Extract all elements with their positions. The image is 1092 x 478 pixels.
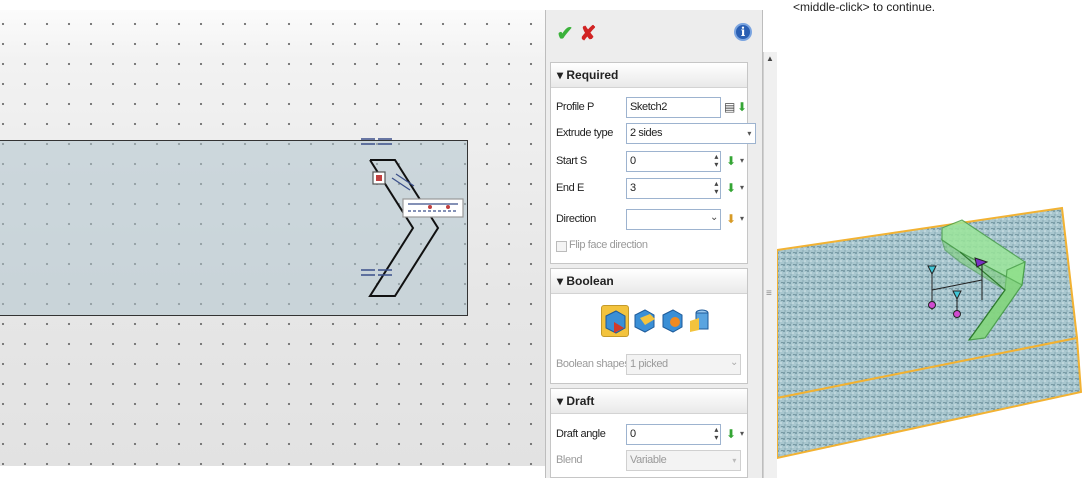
draft-section: ▾ Draft Draft angle 0 ▴ ▾ ⬇ ▾ Blend Varia… bbox=[550, 388, 748, 478]
caret-down-icon[interactable]: ▾ bbox=[740, 429, 744, 438]
constraint-icon-bottom-left bbox=[361, 269, 392, 276]
boolean-shapes-value: 1 picked bbox=[630, 358, 668, 370]
extrude-type-select[interactable]: 2 sides ▾ bbox=[626, 123, 756, 144]
start-pick-icon[interactable]: ⬇ bbox=[726, 153, 736, 169]
spinner-icon[interactable]: ▴ ▾ bbox=[714, 180, 718, 196]
caret-down-icon[interactable]: ▾ bbox=[740, 156, 744, 165]
end-label: End E bbox=[556, 182, 584, 194]
extrude-type-row: Extrude type 2 sides ▾ bbox=[551, 122, 756, 146]
caret-down-icon[interactable]: ▾ bbox=[740, 183, 744, 192]
boolean-shapes-field[interactable]: 1 picked ⌄ bbox=[626, 354, 741, 375]
constraint-icon-cluster bbox=[372, 171, 464, 218]
spinner-icon[interactable]: ▴ ▾ bbox=[714, 426, 718, 442]
sketch-canvas[interactable] bbox=[0, 0, 545, 478]
profile-label: Profile P bbox=[556, 101, 594, 113]
constraint-icon-top-left bbox=[361, 138, 392, 145]
boolean-toolbar bbox=[601, 305, 713, 337]
required-header[interactable]: ▾ Required bbox=[551, 63, 747, 88]
scroll-up-icon[interactable]: ▲ bbox=[766, 54, 774, 63]
caret-down-icon[interactable]: ▾ bbox=[740, 214, 744, 223]
panel-scrollbar[interactable]: ▲ ≡ bbox=[763, 52, 777, 478]
blend-row: Blend Variable ▾ bbox=[551, 449, 747, 473]
scroll-grip-icon[interactable]: ≡ bbox=[766, 289, 772, 299]
draft-angle-label: Draft angle bbox=[556, 428, 606, 440]
draft-angle-input[interactable]: 0 ▴ ▾ bbox=[626, 424, 721, 445]
direction-row: Direction ⌄ ⬇ ▾ bbox=[551, 208, 747, 232]
draft-angle-row: Draft angle 0 ▴ ▾ ⬇ ▾ bbox=[551, 423, 747, 447]
start-row: Start S 0 ▴ ▾ ⬇ ▾ bbox=[551, 150, 747, 174]
flip-label: Flip face direction bbox=[569, 239, 648, 251]
direction-pick-icon[interactable]: ⬇ bbox=[726, 211, 736, 227]
required-section: ▾ Required Profile P Sketch2 ▤ ⬇ Extrude… bbox=[550, 62, 756, 264]
boolean-shapes-row: Boolean shapes 1 picked ⌄ bbox=[551, 353, 747, 377]
end-row: End E 3 ▴ ▾ ⬇ ▾ bbox=[551, 177, 747, 201]
direction-input[interactable]: ⌄ bbox=[626, 209, 721, 230]
profile-field[interactable]: Sketch2 bbox=[626, 97, 721, 118]
cancel-x-icon[interactable]: ✘ bbox=[577, 22, 599, 45]
boolean-section: ▾ Boolean Boolean shapes 1 picked ⌄ bbox=[550, 268, 748, 384]
boolean-add-icon[interactable] bbox=[631, 305, 657, 335]
draft-pick-icon[interactable]: ⬇ bbox=[726, 426, 736, 442]
3d-model bbox=[777, 206, 1083, 460]
profile-list-icon[interactable]: ▤ bbox=[724, 99, 735, 115]
start-input[interactable]: 0 ▴ ▾ bbox=[626, 151, 721, 172]
double-chevron-down-icon[interactable]: ⌄ bbox=[710, 213, 718, 223]
blend-label: Blend bbox=[556, 454, 583, 466]
profile-row: Profile P Sketch2 ▤ ⬇ bbox=[551, 96, 747, 120]
blend-select[interactable]: Variable ▾ bbox=[626, 450, 741, 471]
3d-viewport[interactable]: <middle-click> to continue. bbox=[777, 0, 1092, 478]
start-label: Start S bbox=[556, 155, 587, 167]
profile-pick-icon[interactable]: ⬇ bbox=[737, 99, 747, 115]
ok-checkmark-icon[interactable]: ✔ bbox=[554, 22, 576, 45]
extrude-feature-panel: ✔ ✘ i ▾ Required Profile P Sketch2 ▤ ⬇ E… bbox=[545, 10, 763, 478]
blend-value: Variable bbox=[630, 454, 667, 466]
end-pick-icon[interactable]: ⬇ bbox=[726, 180, 736, 196]
end-value: 3 bbox=[630, 182, 636, 194]
spinner-icon[interactable]: ▴ ▾ bbox=[714, 153, 718, 169]
end-input[interactable]: 3 ▴ ▾ bbox=[626, 178, 721, 199]
start-value: 0 bbox=[630, 155, 636, 167]
extrude-type-label: Extrude type bbox=[556, 127, 613, 139]
flip-checkbox[interactable] bbox=[556, 241, 567, 252]
chevron-down-icon: ▾ bbox=[732, 456, 736, 465]
boolean-intersect-icon[interactable] bbox=[687, 305, 713, 335]
info-icon[interactable]: i bbox=[734, 23, 752, 41]
boolean-shapes-label: Boolean shapes bbox=[556, 358, 630, 370]
direction-label: Direction bbox=[556, 213, 596, 225]
draft-angle-value: 0 bbox=[630, 428, 636, 440]
panel-top-gap bbox=[545, 0, 777, 10]
flip-row: Flip face direction bbox=[551, 234, 747, 258]
chevron-down-icon: ▾ bbox=[747, 129, 751, 138]
boolean-header[interactable]: ▾ Boolean bbox=[551, 269, 747, 294]
sketch-geometry bbox=[361, 138, 464, 297]
boolean-base-icon[interactable] bbox=[601, 305, 629, 337]
boolean-remove-icon[interactable] bbox=[659, 305, 685, 335]
extrude-type-value: 2 sides bbox=[630, 127, 663, 139]
draft-header[interactable]: ▾ Draft bbox=[551, 389, 747, 414]
double-chevron-down-icon[interactable]: ⌄ bbox=[730, 358, 738, 368]
